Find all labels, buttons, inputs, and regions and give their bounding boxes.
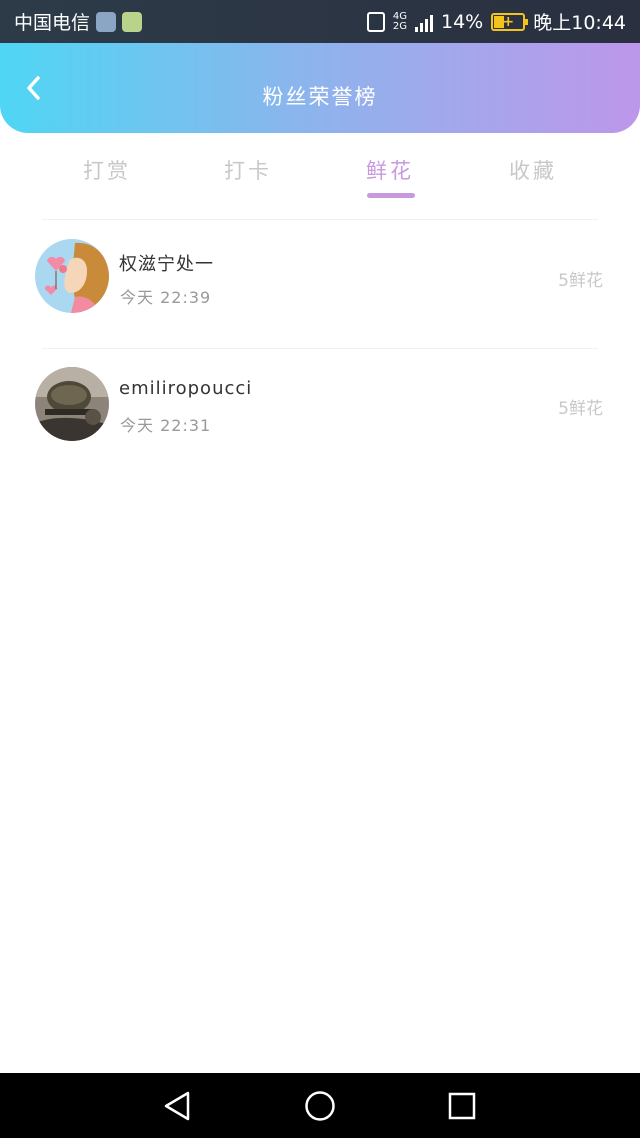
vibrate-icon [366,11,385,32]
network-top-label: 4G [392,10,407,22]
status-bar-left: 中国电信 [14,0,143,43]
timestamp: 今天 22:31 [120,416,212,435]
user-name: emiliropoucci [119,378,253,399]
timestamp: 今天 22:39 [120,288,212,307]
nav-recents-button[interactable] [444,1088,480,1124]
system-nav-bar [0,1073,640,1138]
tab-flowers[interactable]: 鲜花 [340,155,440,185]
carrier-label: 中国电信 [14,12,91,34]
tab-bar: 打赏 打卡 鲜花 收藏 [0,133,640,219]
nav-back-button[interactable] [160,1088,196,1124]
flower-count: 5鲜花 [558,399,603,419]
clock: 晚上10:44 [533,12,626,34]
status-bar-right: 4G 2G 14% + 晚上10:44 [366,0,626,43]
app-notification-icon [122,11,143,32]
nav-home-button[interactable] [302,1088,338,1124]
network-type-icon: 4G 2G [392,10,407,32]
circle-home-icon [305,1091,335,1121]
active-tab-indicator [367,193,415,198]
soldier-photo-avatar-icon [35,367,109,441]
tab-checkin[interactable]: 打卡 [198,155,298,185]
flower-count: 5鲜花 [558,271,603,291]
network-bottom-label: 2G [392,20,407,32]
list-item[interactable]: 权滋宁处一 今天 22:39 5鲜花 [0,220,640,348]
battery-icon: + [491,12,529,31]
page-title: 粉丝荣誉榜 [262,85,378,109]
tab-favorites[interactable]: 收藏 [483,155,583,185]
cartoon-girl-avatar-icon [35,239,109,313]
signal-icon [415,12,433,32]
square-recents-icon [448,1092,476,1120]
battery-percent: 14% [441,10,484,33]
avatar [35,239,109,313]
user-name: 权滋宁处一 [119,254,214,275]
list-item[interactable]: emiliropoucci 今天 22:31 5鲜花 [0,348,640,476]
avatar [35,367,109,441]
app-header: 粉丝荣誉榜 [0,43,640,133]
status-bar: 中国电信 4G 2G 14% + 晚上10:44 [0,0,640,43]
triangle-back-icon [164,1091,190,1121]
tab-reward[interactable]: 打赏 [57,155,157,185]
app-notification-icon [96,11,117,32]
